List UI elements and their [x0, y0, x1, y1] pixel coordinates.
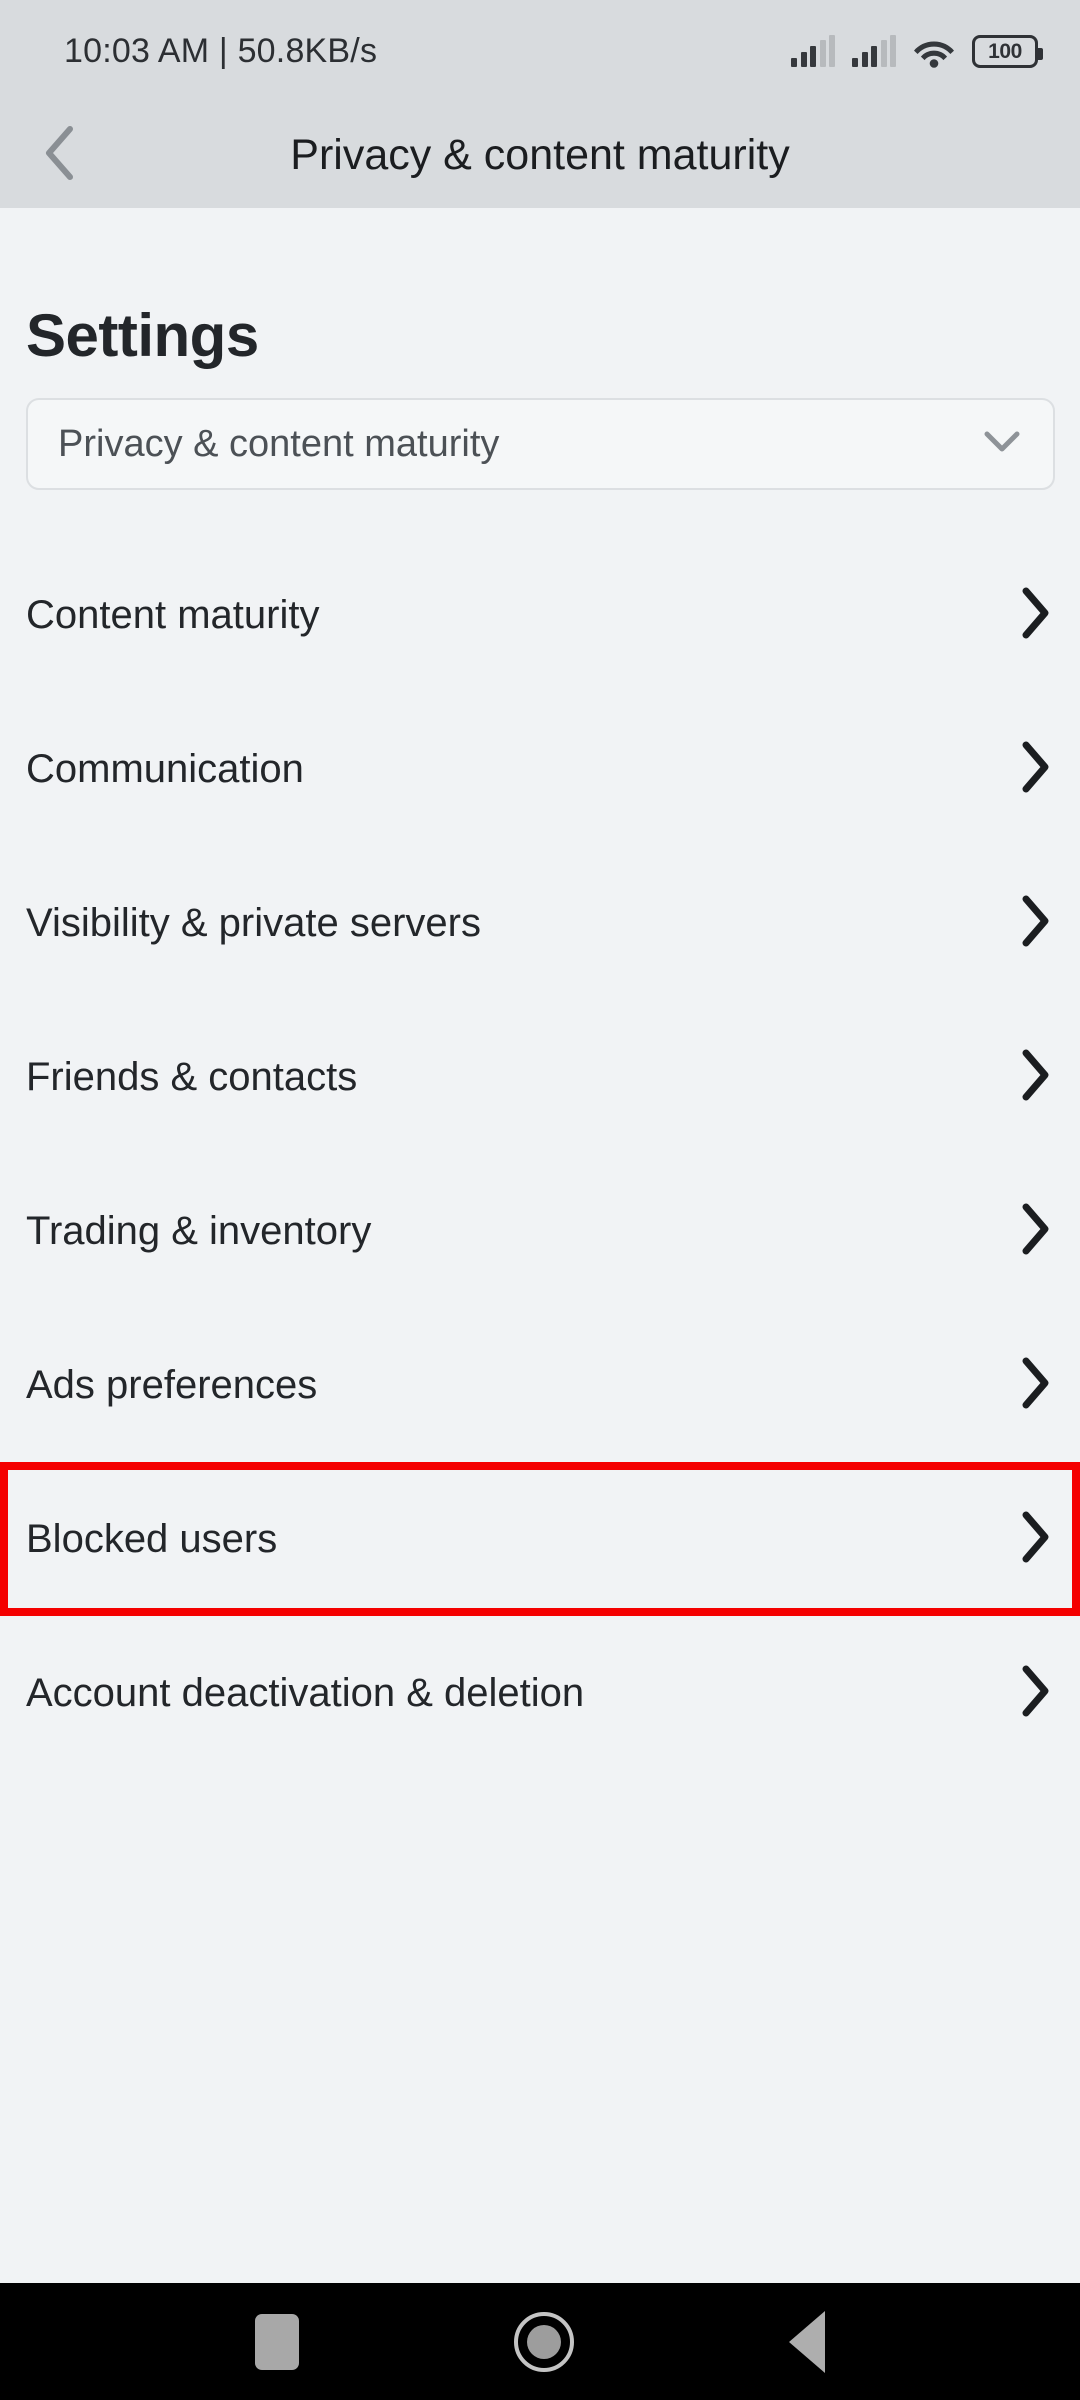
status-time-network: 10:03 AM | 50.8KB/s: [64, 32, 378, 70]
chevron-right-icon: [1020, 741, 1050, 798]
circle-home-icon: [514, 2311, 574, 2372]
settings-row-label: Communication: [26, 746, 304, 791]
settings-row[interactable]: Trading & inventory: [0, 1154, 1080, 1308]
page-title: Settings: [26, 302, 259, 369]
settings-row-label: Content maturity: [26, 592, 320, 637]
settings-row-label: Blocked users: [26, 1516, 278, 1561]
settings-row-label: Account deactivation & deletion: [26, 1670, 585, 1715]
chevron-right-icon: [1020, 1203, 1050, 1260]
status-bar: 10:03 AM | 50.8KB/s 100: [0, 0, 1080, 103]
chevron-right-icon: [1020, 1049, 1050, 1106]
chevron-right-icon: [1020, 1357, 1050, 1414]
settings-row[interactable]: Ads preferences: [0, 1308, 1080, 1462]
content-area: Settings Privacy & content maturity Cont…: [0, 208, 1080, 2283]
settings-row[interactable]: Blocked users: [0, 1462, 1080, 1616]
nav-home-button[interactable]: [514, 2311, 574, 2372]
settings-row[interactable]: Visibility & private servers: [0, 846, 1080, 1000]
app-bar-title: Privacy & content maturity: [290, 131, 790, 179]
chevron-right-icon: [1020, 1511, 1050, 1568]
battery-icon: 100: [972, 35, 1043, 68]
settings-row[interactable]: Friends & contacts: [0, 1000, 1080, 1154]
app-bar: Privacy & content maturity: [0, 103, 1080, 208]
phone-screen: 10:03 AM | 50.8KB/s 100 Privacy & conten…: [0, 0, 1080, 2400]
category-select-value: Privacy & content maturity: [58, 422, 500, 465]
settings-row[interactable]: Account deactivation & deletion: [0, 1616, 1080, 1770]
settings-row-label: Friends & contacts: [26, 1054, 358, 1099]
settings-row-label: Ads preferences: [26, 1362, 318, 1407]
signal-bars-icon-sim1: [791, 34, 835, 67]
settings-row-label: Trading & inventory: [26, 1208, 372, 1253]
settings-row[interactable]: Communication: [0, 692, 1080, 846]
category-select[interactable]: Privacy & content maturity: [26, 398, 1055, 490]
chevron-right-icon: [1020, 895, 1050, 952]
status-icons: 100: [791, 34, 1043, 68]
nav-recents-button[interactable]: [255, 2313, 299, 2370]
settings-list: Content maturity Communication Visibility …: [0, 538, 1080, 1770]
settings-row[interactable]: Content maturity: [0, 538, 1080, 692]
chevron-down-icon: [983, 430, 1021, 459]
nav-back-button[interactable]: [789, 2310, 825, 2373]
settings-row-label: Visibility & private servers: [26, 900, 481, 945]
chevron-left-icon: [42, 125, 76, 186]
wifi-icon: [913, 36, 955, 68]
chevron-right-icon: [1020, 587, 1050, 644]
triangle-back-icon: [789, 2310, 825, 2373]
signal-bars-icon-sim2: [852, 34, 896, 67]
back-button[interactable]: [0, 103, 118, 208]
square-recents-icon: [255, 2313, 299, 2370]
chevron-right-icon: [1020, 1665, 1050, 1722]
battery-level-label: 100: [988, 40, 1022, 63]
android-nav-bar: [0, 2283, 1080, 2400]
